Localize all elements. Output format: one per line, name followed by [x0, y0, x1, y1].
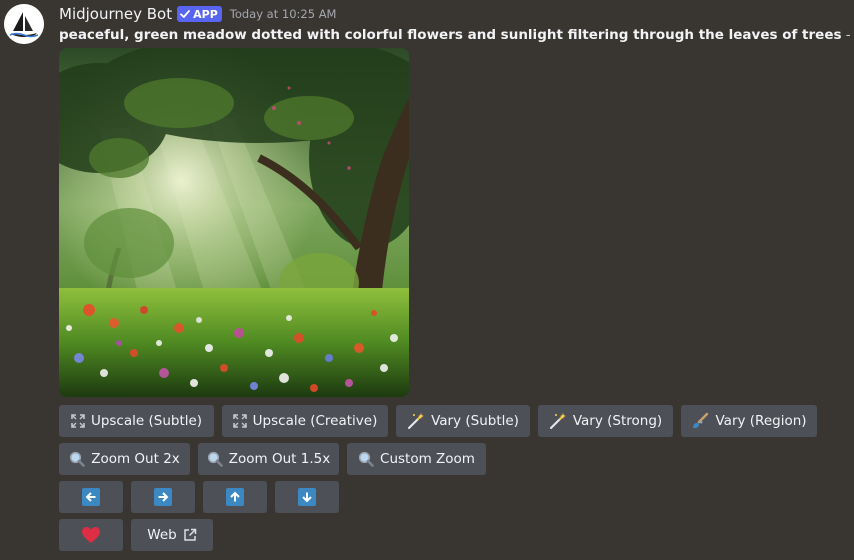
favorite-button[interactable]: [59, 519, 123, 551]
vary-region-button[interactable]: Vary (Region): [681, 405, 817, 437]
left-arrow-icon: [82, 488, 100, 506]
magic-wand-icon: [407, 412, 425, 430]
vary-strong-label: Vary (Strong): [572, 413, 663, 429]
app-badge: APP: [177, 6, 222, 22]
upscale-subtle-label: Upscale (Subtle): [90, 413, 203, 429]
pan-left-button[interactable]: [59, 481, 123, 513]
meadow-image: [59, 48, 409, 397]
pan-up-button[interactable]: [203, 481, 267, 513]
avatar[interactable]: [4, 4, 44, 44]
paintbrush-icon: [691, 412, 709, 430]
message-header: Midjourney Bot APP Today at 10:25 AM: [59, 3, 336, 25]
action-row-pan: [59, 481, 339, 513]
custom-zoom-label: Custom Zoom: [380, 451, 475, 467]
upscale-creative-label: Upscale (Creative): [252, 413, 378, 429]
right-arrow-icon: [154, 488, 172, 506]
upscale-creative-button[interactable]: Upscale (Creative): [222, 405, 388, 437]
midjourney-logo-icon: [4, 4, 44, 44]
upscale-subtle-button[interactable]: Upscale (Subtle): [59, 405, 214, 437]
external-link-icon: [183, 528, 197, 542]
action-row-upscale-vary: Upscale (Subtle) Upscale (Creative) Vary…: [59, 405, 817, 437]
web-button[interactable]: Web: [131, 519, 213, 551]
zoom-out-2x-button[interactable]: Zoom Out 2x: [59, 443, 190, 475]
up-arrow-icon: [226, 488, 244, 506]
prompt-line: peaceful, green meadow dotted with color…: [59, 25, 854, 45]
heart-icon: [81, 526, 101, 544]
expand-corners-icon: [71, 414, 85, 428]
zoom-out-1-5x-button[interactable]: Zoom Out 1.5x: [198, 443, 339, 475]
magnifier-icon: [358, 451, 374, 467]
down-arrow-icon: [298, 488, 316, 506]
generated-image[interactable]: [59, 48, 409, 397]
author-name[interactable]: Midjourney Bot: [59, 5, 172, 23]
app-badge-label: APP: [193, 7, 218, 21]
action-row-zoom: Zoom Out 2x Zoom Out 1.5x Custom Zoom: [59, 443, 486, 475]
vary-strong-button[interactable]: Vary (Strong): [538, 405, 673, 437]
zoom-out-1-5x-label: Zoom Out 1.5x: [228, 451, 331, 467]
magnifier-icon: [207, 451, 223, 467]
prompt-text: peaceful, green meadow dotted with color…: [59, 27, 842, 43]
action-row-extra: Web: [59, 519, 213, 551]
magic-wand-icon: [549, 412, 567, 430]
custom-zoom-button[interactable]: Custom Zoom: [347, 443, 486, 475]
image-index: - Image #1: [845, 27, 854, 43]
magnifier-icon: [69, 451, 86, 467]
vary-subtle-label: Vary (Subtle): [431, 413, 519, 429]
expand-corners-icon: [232, 414, 247, 428]
pan-down-button[interactable]: [275, 481, 339, 513]
vary-region-label: Vary (Region): [715, 413, 807, 429]
checkmark-icon: [180, 10, 191, 18]
timestamp: Today at 10:25 AM: [229, 7, 337, 21]
vary-subtle-button[interactable]: Vary (Subtle): [396, 405, 530, 437]
web-label: Web: [147, 527, 177, 543]
pan-right-button[interactable]: [131, 481, 195, 513]
zoom-out-2x-label: Zoom Out 2x: [91, 451, 180, 467]
